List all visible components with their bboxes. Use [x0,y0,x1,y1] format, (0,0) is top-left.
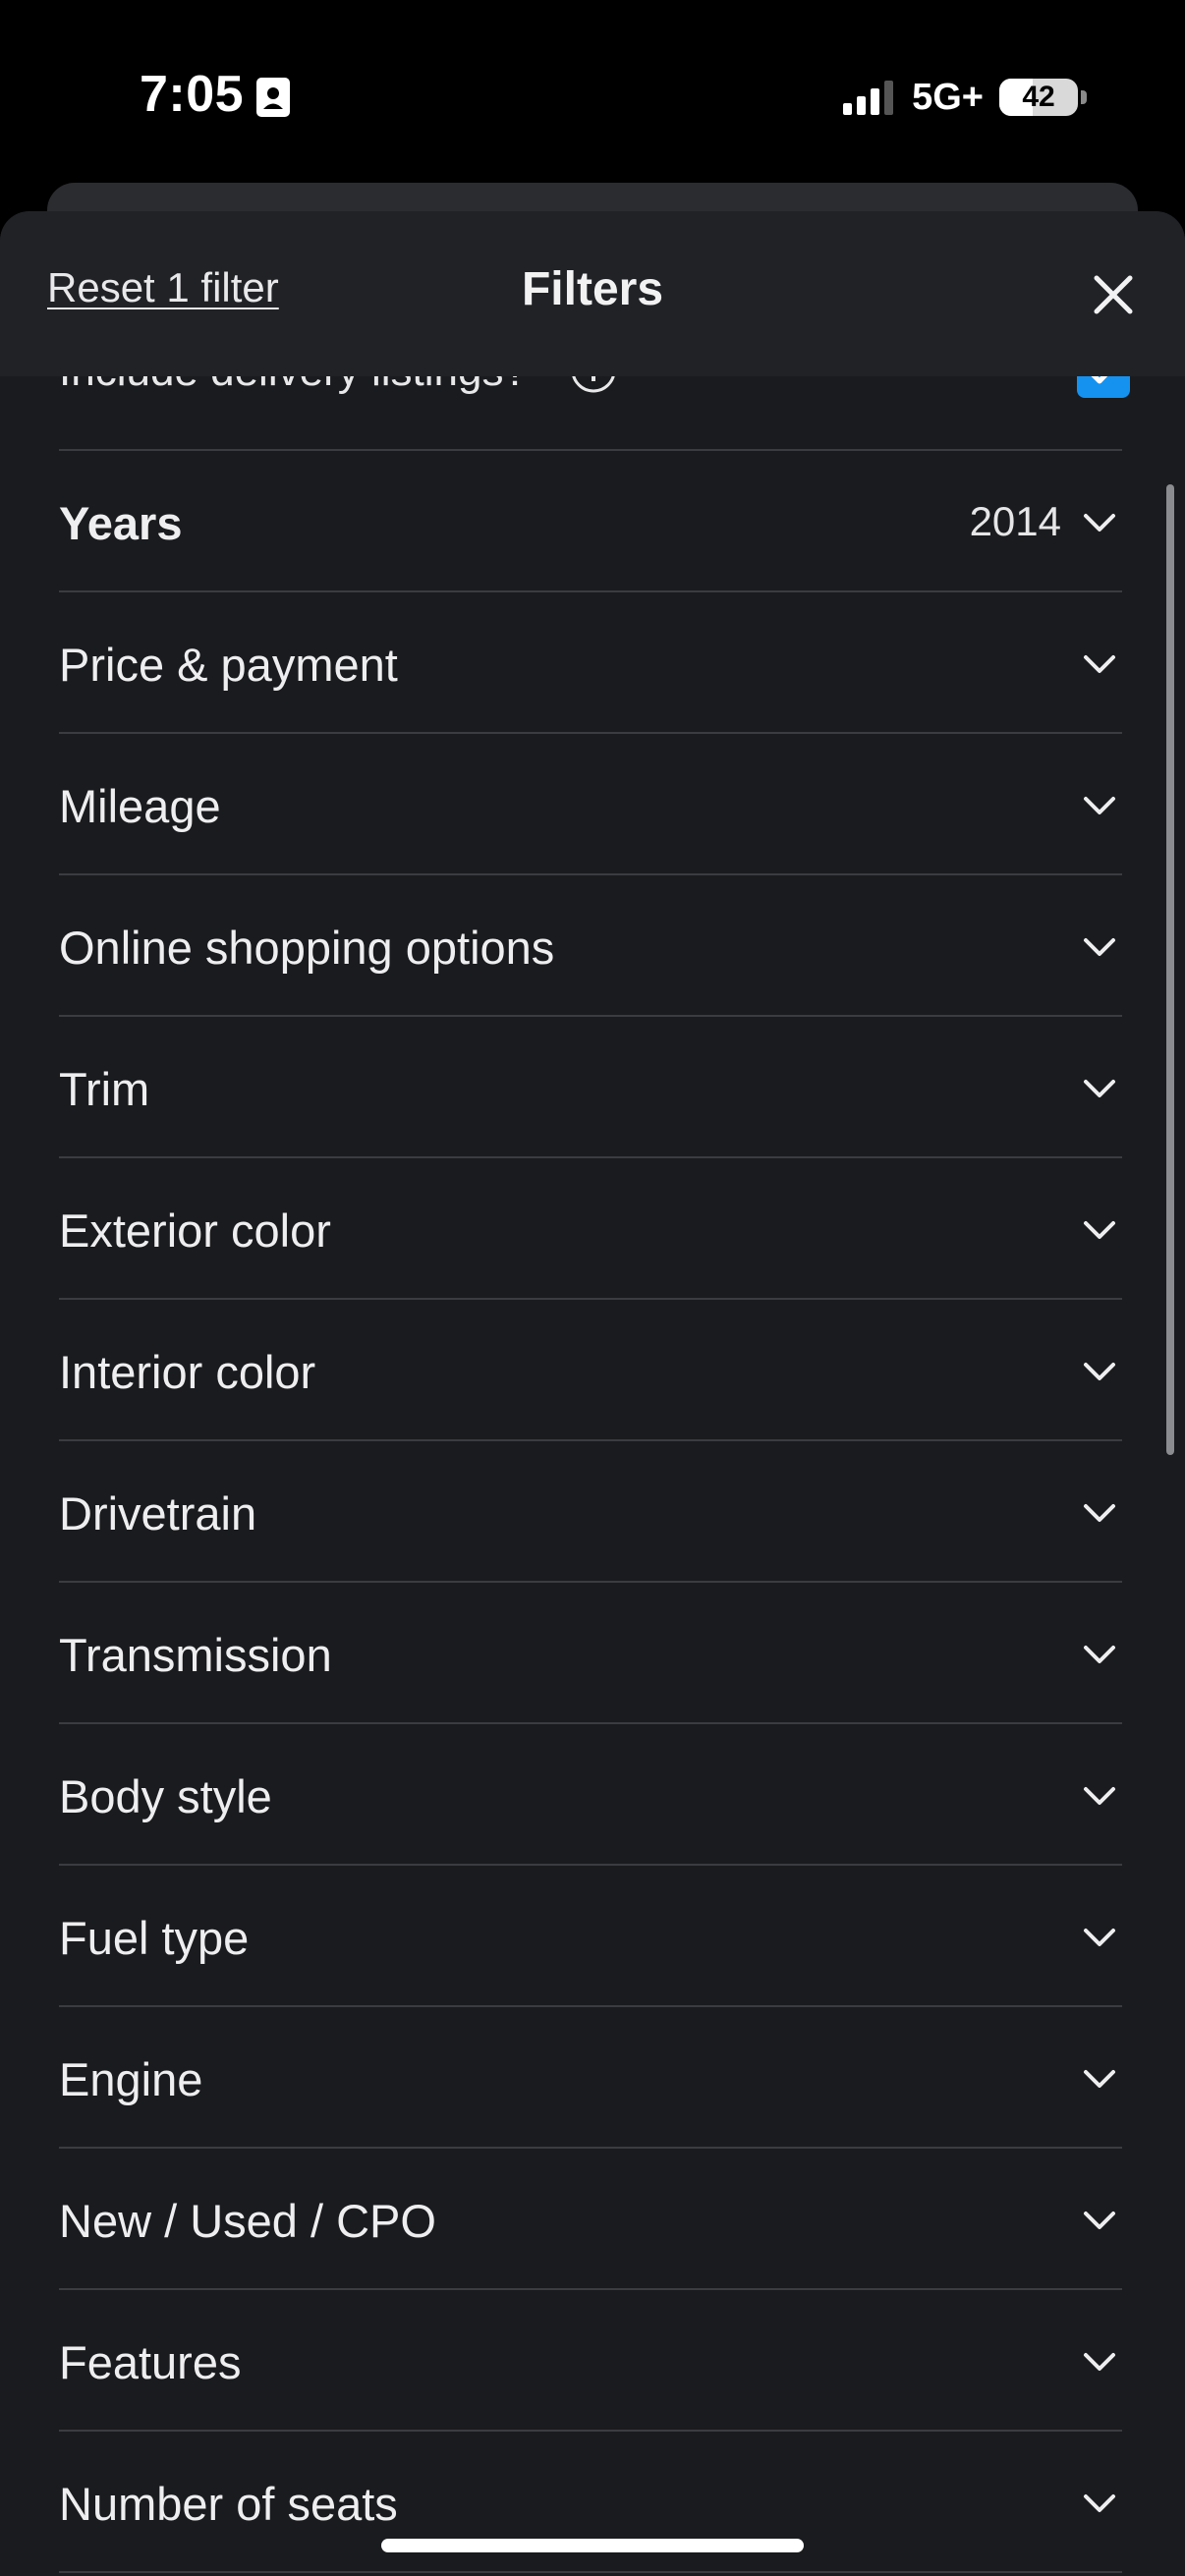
chevron-down-icon[interactable] [1081,1494,1118,1532]
chevron-down-icon[interactable] [1081,645,1118,683]
battery-level: 42 [1022,81,1055,113]
chevron-down-icon[interactable] [1081,1211,1118,1249]
filter-value: 2014 [969,498,1061,544]
filter-label: Transmission [59,1629,332,1681]
filter-label: New / Used / CPO [59,2195,436,2247]
filter-row-features[interactable]: Features [59,2290,1122,2430]
chevron-down-icon[interactable] [1081,1777,1118,1815]
filter-label: Drivetrain [59,1487,257,1540]
sheet-title: Filters [521,263,664,315]
status-indicators: 5G+ 42 [841,75,1087,120]
filter-label: Engine [59,2053,203,2105]
status-bar: 7:05 5G+ 42 [0,0,1185,187]
battery-nub [1081,90,1087,104]
filter-row-years[interactable]: Years 2014 [59,451,1122,590]
filter-row-online-shopping-options[interactable]: Online shopping options [59,875,1122,1015]
filter-label: Trim [59,1063,150,1115]
sheet-header: Reset 1 filter Filters [0,211,1185,376]
close-icon [1094,275,1133,314]
screen: 7:05 5G+ 42 Reset 1 filter Filters Years… [0,0,1185,2576]
filter-label: Interior color [59,1346,316,1398]
filter-row-interior-color[interactable]: Interior color [59,1300,1122,1439]
chevron-down-icon[interactable] [1081,928,1118,966]
filter-label: Features [59,2336,242,2388]
filter-row-price-payment[interactable]: Price & payment [59,592,1122,732]
home-indicator[interactable] [381,2539,804,2552]
chevron-down-icon[interactable] [1081,2343,1118,2380]
filter-label: Mileage [59,780,221,832]
network-type: 5G+ [912,76,984,118]
id-card-icon [255,77,291,118]
signal-icon [841,78,896,117]
filter-label: Fuel type [59,1912,250,1964]
filter-label: Online shopping options [59,922,555,974]
chevron-down-icon[interactable] [1081,1919,1118,1956]
chevron-down-icon[interactable] [1081,504,1118,541]
filter-row-new-used-cpo[interactable]: New / Used / CPO [59,2149,1122,2288]
close-button[interactable] [1089,270,1138,319]
filter-row-transmission[interactable]: Transmission [59,1583,1122,1722]
status-time: 7:05 [140,66,245,123]
chevron-down-icon[interactable] [1081,2202,1118,2239]
filter-label: Body style [59,1770,272,1822]
filter-row-exterior-color[interactable]: Exterior color [59,1158,1122,1298]
filters-sheet: Include delivery listings? Reset 1 filte… [0,211,1185,2576]
filter-row-engine[interactable]: Engine [59,2007,1122,2147]
filter-row-mileage[interactable]: Mileage [59,734,1122,873]
divider [59,2571,1122,2573]
scrollbar[interactable] [1166,484,1174,1455]
filter-label: Price & payment [59,639,398,691]
filter-row-drivetrain[interactable]: Drivetrain [59,1441,1122,1581]
battery-icon: 42 [999,79,1078,116]
filter-label: Number of seats [59,2478,398,2530]
filter-label: Exterior color [59,1204,331,1257]
filter-row-fuel-type[interactable]: Fuel type [59,1866,1122,2005]
chevron-down-icon[interactable] [1081,1353,1118,1390]
chevron-down-icon[interactable] [1081,1636,1118,1673]
chevron-down-icon[interactable] [1081,1070,1118,1107]
filter-label: Years [59,497,183,549]
chevron-down-icon[interactable] [1081,787,1118,824]
chevron-down-icon[interactable] [1081,2485,1118,2522]
filter-list: Years 2014 Price & payment Mileage Online sh… [59,449,1122,2573]
filter-row-body-style[interactable]: Body style [59,1724,1122,1864]
filter-row-trim[interactable]: Trim [59,1017,1122,1156]
chevron-down-icon[interactable] [1081,2060,1118,2098]
